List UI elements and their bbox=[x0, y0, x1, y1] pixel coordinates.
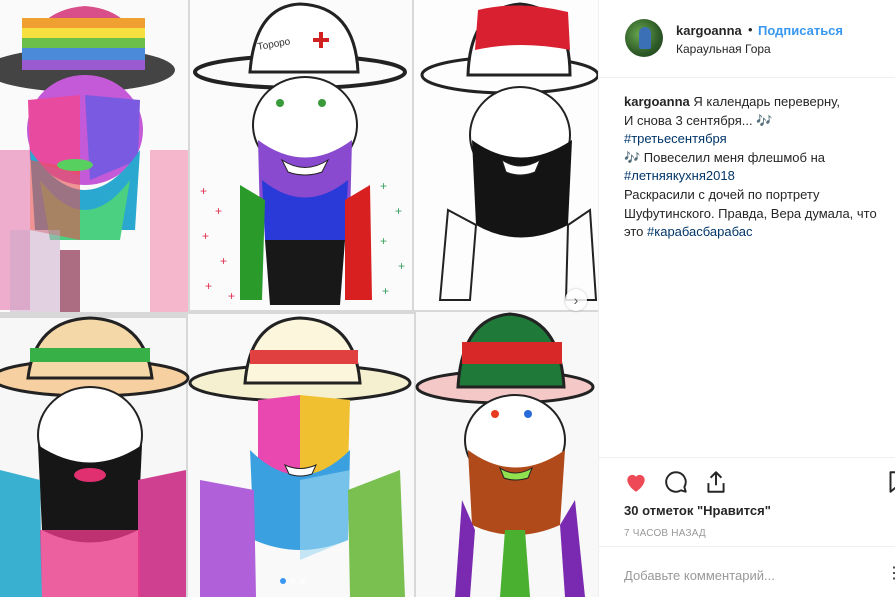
caption-text-line: 🎶 Повеселил меня флешмоб на bbox=[624, 149, 825, 165]
likes-count[interactable]: 30 отметок "Нравится" bbox=[624, 503, 771, 518]
caption-text-line: И снова 3 сентября... 🎶 bbox=[624, 112, 773, 128]
svg-text:+: + bbox=[200, 184, 207, 198]
hashtag-link[interactable]: #летняякухня2018 bbox=[624, 167, 886, 186]
caption-text-line: Раскрасили с дочей по портрету bbox=[624, 186, 820, 202]
caption-text-line: Шуфутинского. Правда, Вера думала, что bbox=[624, 205, 877, 221]
svg-text:+: + bbox=[220, 254, 227, 268]
svg-text:+: + bbox=[380, 234, 387, 248]
carousel-dot bbox=[290, 578, 296, 584]
caption-text-line: Я календарь переверну, bbox=[693, 94, 840, 109]
post-timestamp: 7 ЧАСОВ НАЗАД bbox=[624, 528, 706, 539]
svg-text:+: + bbox=[215, 204, 222, 218]
avatar[interactable] bbox=[625, 19, 663, 57]
svg-text:+: + bbox=[398, 259, 405, 273]
post-header: kargoanna • Подписаться Караульная Гора bbox=[599, 0, 895, 78]
hashtag-link[interactable]: #карабасбарабас bbox=[647, 224, 753, 239]
bookmark-icon[interactable] bbox=[884, 469, 895, 495]
caption-text-line: это bbox=[624, 224, 644, 240]
coloring-pages-grid: Тороро +++ +++ +++ ++ bbox=[0, 0, 598, 597]
chevron-right-icon: › bbox=[573, 292, 579, 308]
post-username[interactable]: kargoanna bbox=[676, 23, 742, 38]
carousel-dots bbox=[280, 578, 306, 584]
post-location[interactable]: Караульная Гора bbox=[676, 42, 771, 56]
post-sidebar: kargoanna • Подписаться Караульная Гора … bbox=[598, 0, 895, 597]
svg-text:+: + bbox=[205, 279, 212, 293]
comment-input[interactable]: Добавьте комментарий... bbox=[624, 568, 775, 583]
post-caption: kargoanna Я календарь переверну, И снова… bbox=[624, 93, 886, 242]
svg-text:+: + bbox=[202, 229, 209, 243]
comment-icon[interactable] bbox=[663, 469, 689, 495]
svg-text:+: + bbox=[228, 289, 235, 303]
svg-text:+: + bbox=[382, 284, 389, 298]
more-options-icon[interactable]: ⋮ bbox=[886, 563, 895, 583]
separator-bullet: • bbox=[748, 22, 753, 37]
heart-icon[interactable] bbox=[623, 469, 649, 495]
svg-text:+: + bbox=[380, 179, 387, 193]
share-icon[interactable] bbox=[703, 469, 729, 495]
carousel-dot bbox=[300, 578, 306, 584]
follow-button[interactable]: Подписаться bbox=[758, 23, 843, 38]
svg-text:+: + bbox=[395, 204, 402, 218]
post-actions: 30 отметок "Нравится" 7 ЧАСОВ НАЗАД Доба… bbox=[599, 457, 895, 597]
comment-area: Добавьте комментарий... ⋮ bbox=[599, 546, 895, 597]
carousel-dot-active bbox=[280, 578, 286, 584]
hashtag-link[interactable]: #третьесентября bbox=[624, 130, 886, 149]
caption-username[interactable]: kargoanna bbox=[624, 94, 690, 109]
carousel-next-button[interactable]: › bbox=[565, 289, 587, 311]
post-photo[interactable]: Тороро + + + + + + + + + + + › bbox=[0, 0, 598, 597]
